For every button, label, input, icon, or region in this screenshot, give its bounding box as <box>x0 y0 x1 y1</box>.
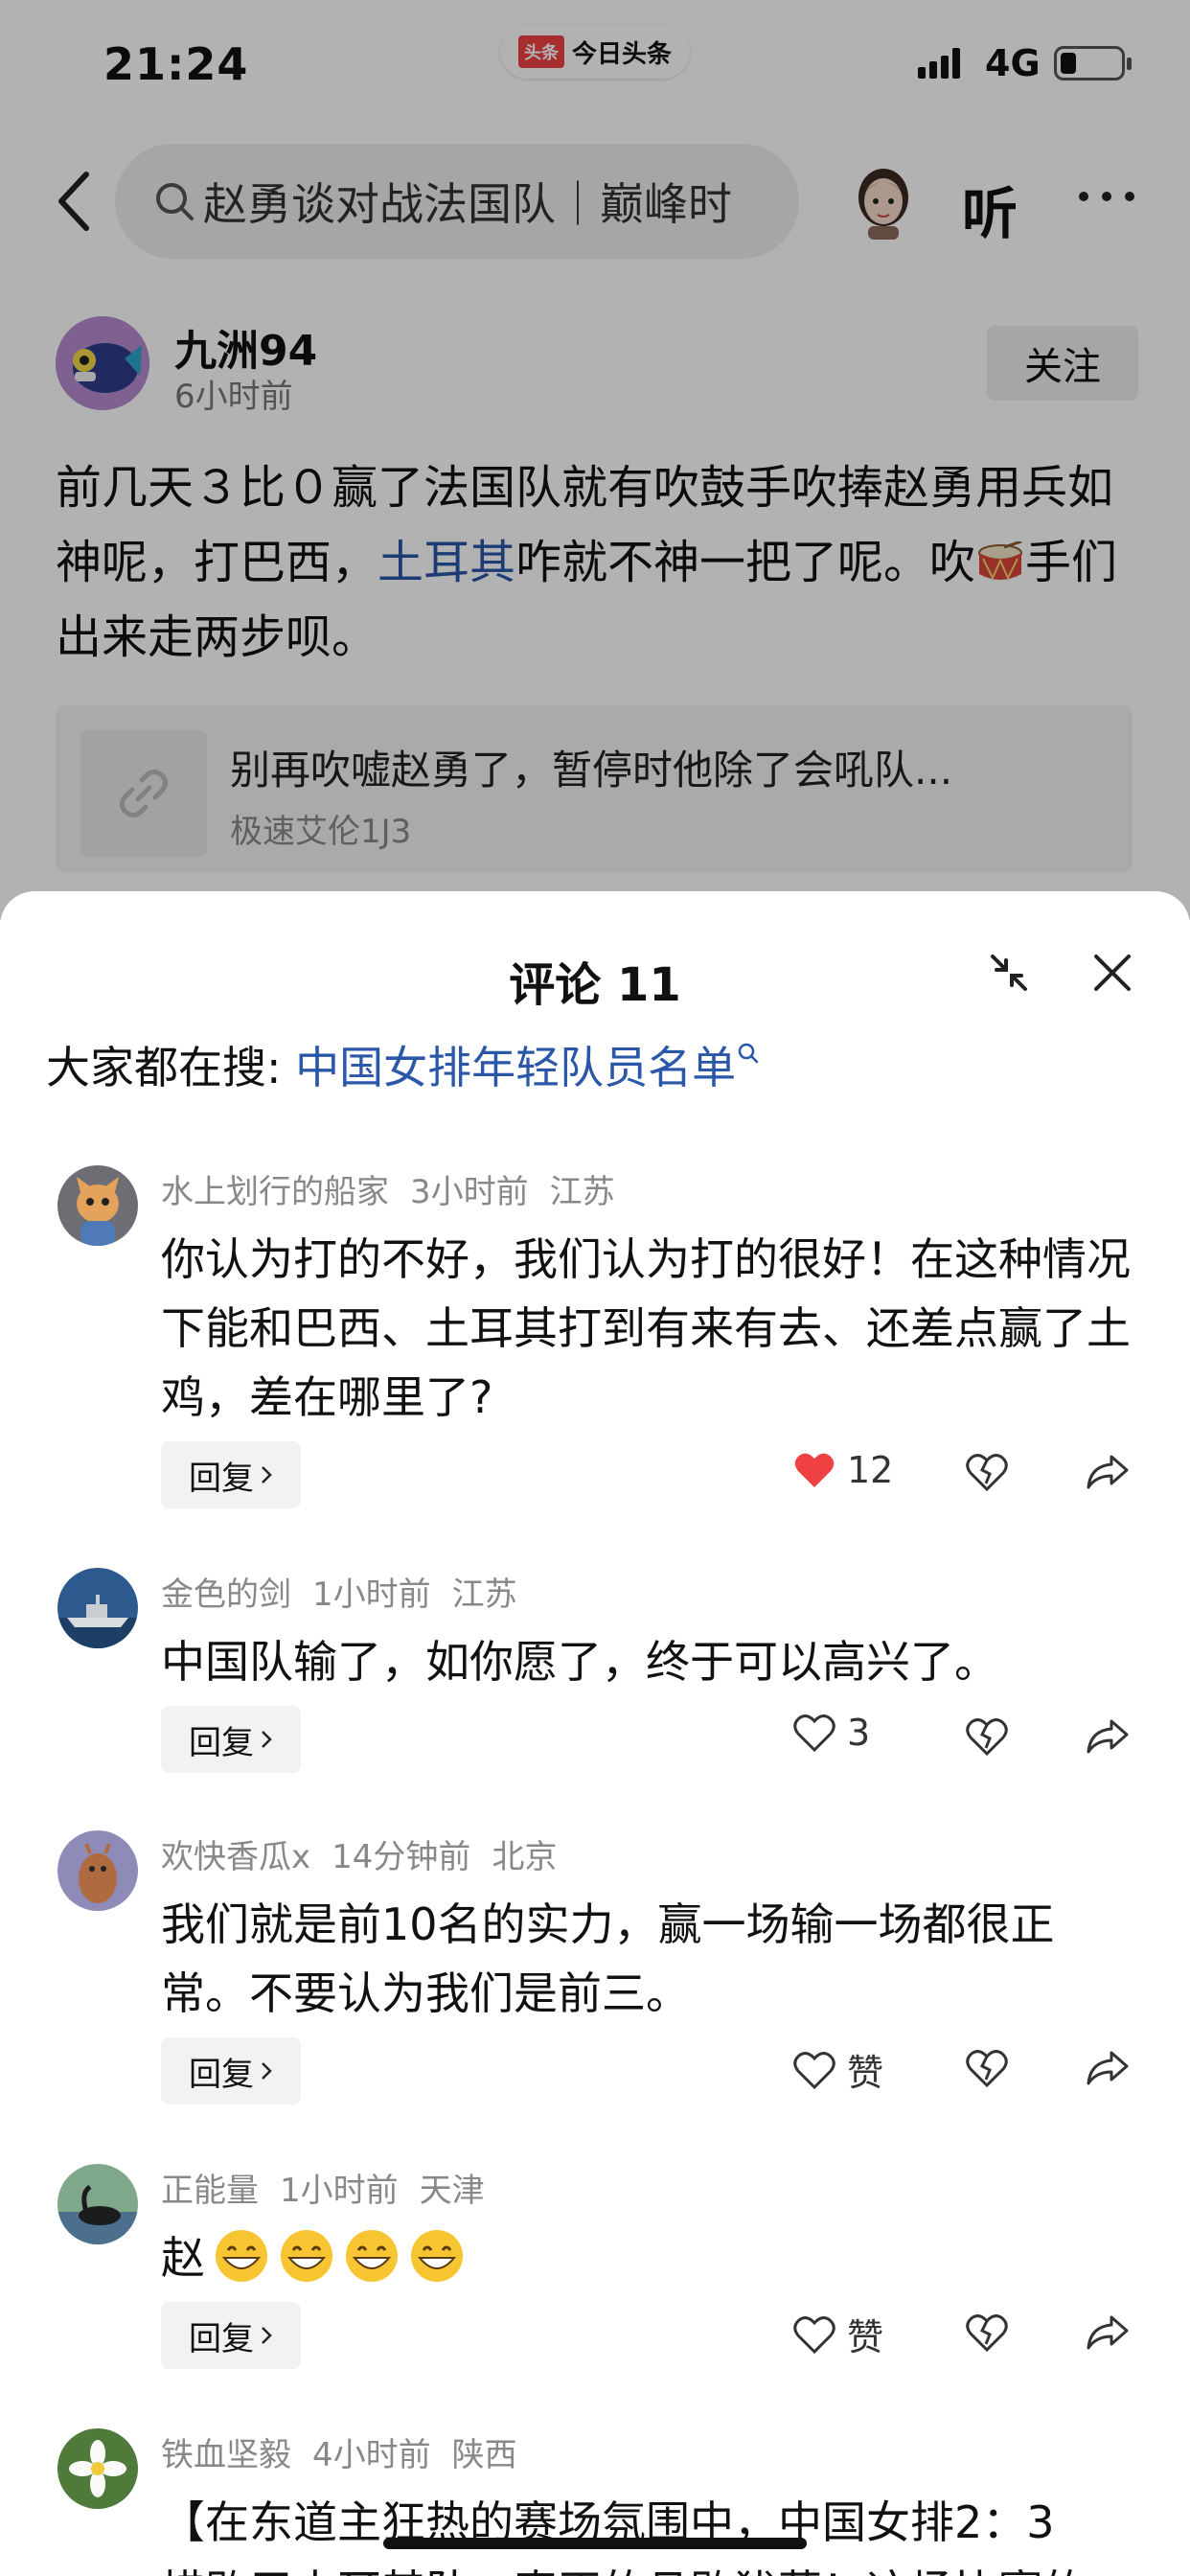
comment-meta: 金色的剑 1小时前 江苏 <box>161 1568 538 1615</box>
comment-meta: 铁血坚毅 4小时前 陕西 <box>161 2428 538 2475</box>
reply-button[interactable]: 回复 <box>161 1706 301 1773</box>
comment-time: 3小时前 <box>410 1173 529 1211</box>
heart-icon <box>793 2315 835 2354</box>
grin-emoji-icon <box>216 2230 267 2282</box>
comment-text: 【在东道主狂热的赛场氛围中，中国女排2：3 惜败于土耳其队，真正的且败犹荣！这场… <box>161 2488 1138 2576</box>
reply-button[interactable]: 回复 <box>161 2037 301 2104</box>
comment-location: 北京 <box>492 1838 558 1876</box>
comment-text-value: 赵 <box>161 2232 205 2284</box>
like-count: 12 <box>847 1449 894 1491</box>
comment-avatar[interactable] <box>57 1830 138 1911</box>
reply-label: 回复 <box>189 1723 254 1762</box>
comment-time: 14分钟前 <box>332 1838 471 1876</box>
comment-time: 1小时前 <box>312 1576 431 1614</box>
like-button[interactable]: 赞 <box>793 2308 883 2360</box>
reply-label: 回复 <box>189 2319 254 2358</box>
heart-icon <box>793 1714 835 1752</box>
comment-item: 铁血坚毅 4小时前陕西 【在东道主狂热的赛场氛围中，中国女排2：3 惜败于土耳其队… <box>0 2428 1190 2576</box>
comment-item: 正能量 1小时前 天津 赵 回复 赞 <box>0 2164 1190 2369</box>
grin-emoji-icon <box>346 2230 398 2282</box>
comments-sheet: 评论 11 大家都在搜: 中国女排年轻队员名单 水上划行的船家 3小时前 江苏 你认… <box>0 891 1190 2576</box>
broken-heart-icon[interactable] <box>964 2310 1010 2356</box>
comment-avatar[interactable] <box>57 1165 138 1246</box>
chevron-right-icon <box>262 2062 272 2080</box>
comment-location: 江苏 <box>549 1173 615 1211</box>
comment-item: 欢快香瓜x 14分钟前 北京 我们就是前10名的实力，赢一场输一场都很正常。不要认为… <box>0 1830 1190 2104</box>
comment-location: 江苏 <box>451 1576 517 1614</box>
share-icon[interactable] <box>1085 1714 1131 1760</box>
like-count: 赞 <box>847 2052 884 2094</box>
comment-user[interactable]: 正能量 <box>161 2172 259 2210</box>
share-icon[interactable] <box>1085 2045 1131 2091</box>
comment-meta: 水上划行的船家 3小时前 江苏 <box>161 1165 636 1212</box>
grin-emoji-icon <box>281 2230 332 2282</box>
comment-item: 水上划行的船家 3小时前 江苏 你认为打的不好，我们认为打的很好！在这种情况下能和巴… <box>0 1165 1190 1508</box>
comment-text-line: 惜败于土耳其队，真正的且败犹荣！这场比赛的 <box>161 2557 1138 2576</box>
broken-heart-icon[interactable] <box>964 2045 1010 2091</box>
comment-text: 我们就是前10名的实力，赢一场输一场都很正常。不要认为我们是前三。 <box>161 1898 1055 2019</box>
comment-avatar[interactable] <box>57 2164 138 2244</box>
close-button[interactable] <box>1090 951 1134 995</box>
share-icon[interactable] <box>1085 2310 1131 2356</box>
comment-meta: 欢快香瓜x 14分钟前 北京 <box>161 1830 578 1877</box>
broken-heart-icon[interactable] <box>964 1449 1010 1495</box>
comment-user[interactable]: 欢快香瓜x <box>161 1838 310 1876</box>
comment-time: 4小时前 <box>312 2436 431 2474</box>
comment-user[interactable]: 铁血坚毅 <box>161 2436 291 2474</box>
heart-filled-icon <box>794 1453 835 1487</box>
collapse-icon <box>991 954 1027 991</box>
like-count: 3 <box>847 1712 871 1754</box>
grin-emoji-icon <box>411 2230 463 2282</box>
home-indicator[interactable] <box>383 2538 807 2549</box>
broken-heart-icon[interactable] <box>964 1714 1010 1760</box>
like-button[interactable]: 3 <box>793 1712 870 1754</box>
like-button[interactable]: 12 <box>793 1449 893 1491</box>
comment-avatar[interactable] <box>57 1568 138 1648</box>
comment-location: 陕西 <box>451 2436 517 2474</box>
reply-button[interactable]: 回复 <box>161 2302 301 2369</box>
chevron-right-icon <box>262 1466 272 1484</box>
collapse-button[interactable] <box>987 951 1031 995</box>
chevron-right-icon <box>262 1731 272 1748</box>
hot-search-label: 大家都在搜: <box>46 1042 296 1093</box>
comment-text: 赵 <box>161 2223 1138 2292</box>
comment-item: 金色的剑 1小时前 江苏 中国队输了，如你愿了，终于可以高兴了。 回复 3 <box>0 1568 1190 1773</box>
comment-user[interactable]: 金色的剑 <box>161 1576 291 1614</box>
article-page: 21:24 头条 今日头条 4G 赵勇谈对战法国队｜巅峰时 听 九洲94 6小时… <box>0 0 1190 920</box>
share-icon[interactable] <box>1085 1449 1131 1495</box>
reply-label: 回复 <box>189 2055 254 2094</box>
comment-text: 中国队输了，如你愿了，终于可以高兴了。 <box>161 1636 998 1688</box>
search-icon <box>738 1043 759 1064</box>
chevron-right-icon <box>262 2327 272 2344</box>
reply-label: 回复 <box>189 1459 254 1498</box>
heart-icon <box>793 2051 835 2089</box>
like-button[interactable]: 赞 <box>793 2043 883 2096</box>
close-icon <box>1094 954 1131 991</box>
comment-time: 1小时前 <box>280 2172 399 2210</box>
like-count: 赞 <box>847 2316 884 2358</box>
hot-search[interactable]: 大家都在搜: 中国女排年轻队员名单 <box>46 1033 761 1096</box>
hot-search-query[interactable]: 中国女排年轻队员名单 <box>295 1042 736 1093</box>
comment-text: 你认为打的不好，我们认为打的很好！在这种情况下能和巴西、土耳其打到有来有去、还差… <box>161 1233 1131 1423</box>
modal-overlay[interactable] <box>0 0 1190 920</box>
comment-avatar[interactable] <box>57 2428 138 2509</box>
reply-button[interactable]: 回复 <box>161 1441 301 1508</box>
comment-location: 天津 <box>419 2172 485 2210</box>
comment-user[interactable]: 水上划行的船家 <box>161 1173 389 1211</box>
comment-meta: 正能量 1小时前 天津 <box>161 2164 506 2211</box>
